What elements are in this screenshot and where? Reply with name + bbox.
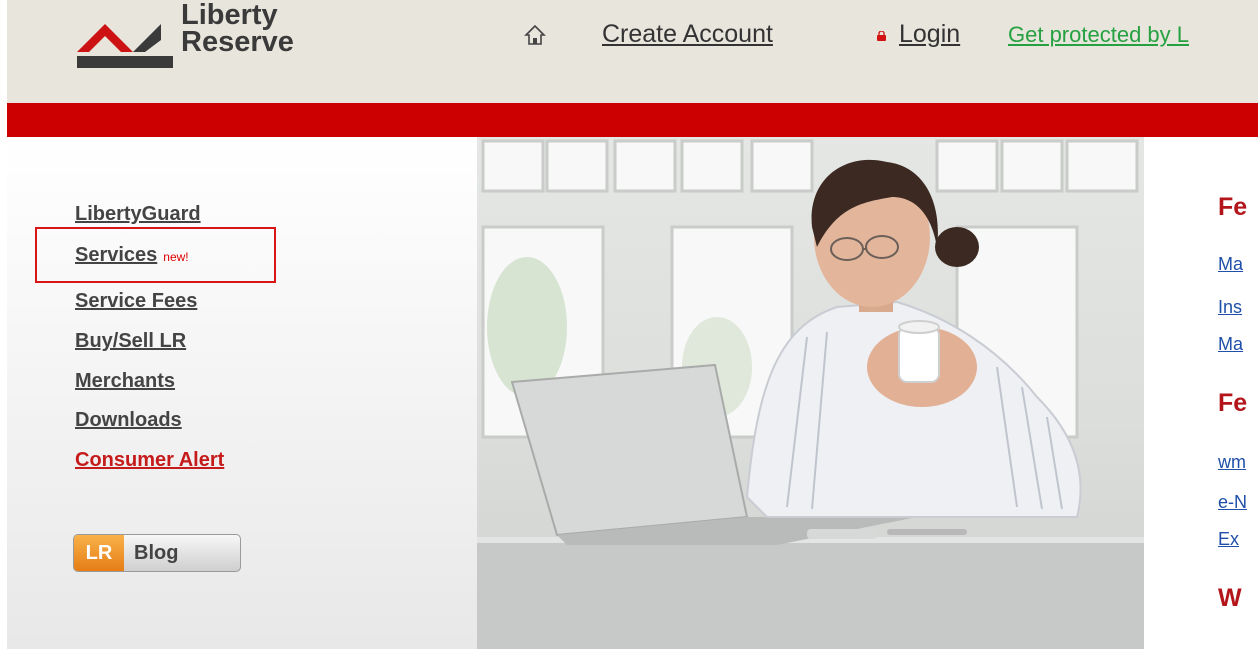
right-heading-1: Fe [1218,193,1248,221]
lr-blog-button[interactable]: LR Blog [73,534,241,572]
logo-line2: Reserve [181,26,294,58]
hero-photo [477,137,1144,649]
right-link-4[interactable]: wm [1218,452,1246,473]
woman-with-laptop-illustration [477,139,1144,649]
create-account-link[interactable]: Create Account [602,20,773,49]
sidebar-item-merchants[interactable]: Merchants [75,370,175,393]
site-header: Liberty Reserve Create Account Login Get… [7,0,1258,103]
services-highlight-box [35,227,276,283]
sidebar-item-libertyguard[interactable]: LibertyGuard [75,203,201,226]
right-link-6[interactable]: Ex [1218,529,1239,550]
red-banner-bar [7,103,1258,137]
blog-lr-prefix: LR [74,535,124,571]
page-frame: Liberty Reserve Create Account Login Get… [7,0,1258,649]
right-link-5[interactable]: e-N [1218,492,1247,513]
logo-mark-icon [77,24,173,68]
liberty-reserve-logo[interactable]: Liberty Reserve [75,0,335,82]
sidebar-item-service-fees[interactable]: Service Fees [75,290,197,313]
get-protected-link[interactable]: Get protected by L [1008,22,1189,48]
lock-icon [877,31,886,41]
home-icon[interactable] [524,24,546,46]
logo-text: Liberty Reserve [181,0,294,58]
right-column: Fe Ma Ins Ma Fe wm e-N Ex W [1144,137,1258,649]
sidebar-item-buy-sell-lr[interactable]: Buy/Sell LR [75,330,186,353]
blog-label: Blog [134,542,179,564]
sidebar-item-consumer-alert[interactable]: Consumer Alert [75,449,224,472]
login-link[interactable]: Login [899,20,960,49]
right-heading-2: Fe [1218,389,1248,417]
right-link-2[interactable]: Ins [1218,297,1242,318]
right-heading-3: W [1218,584,1242,612]
logo-line1: Liberty [181,0,278,31]
right-link-1[interactable]: Ma [1218,254,1243,275]
sidebar-item-downloads[interactable]: Downloads [75,409,182,432]
right-link-3[interactable]: Ma [1218,334,1243,355]
